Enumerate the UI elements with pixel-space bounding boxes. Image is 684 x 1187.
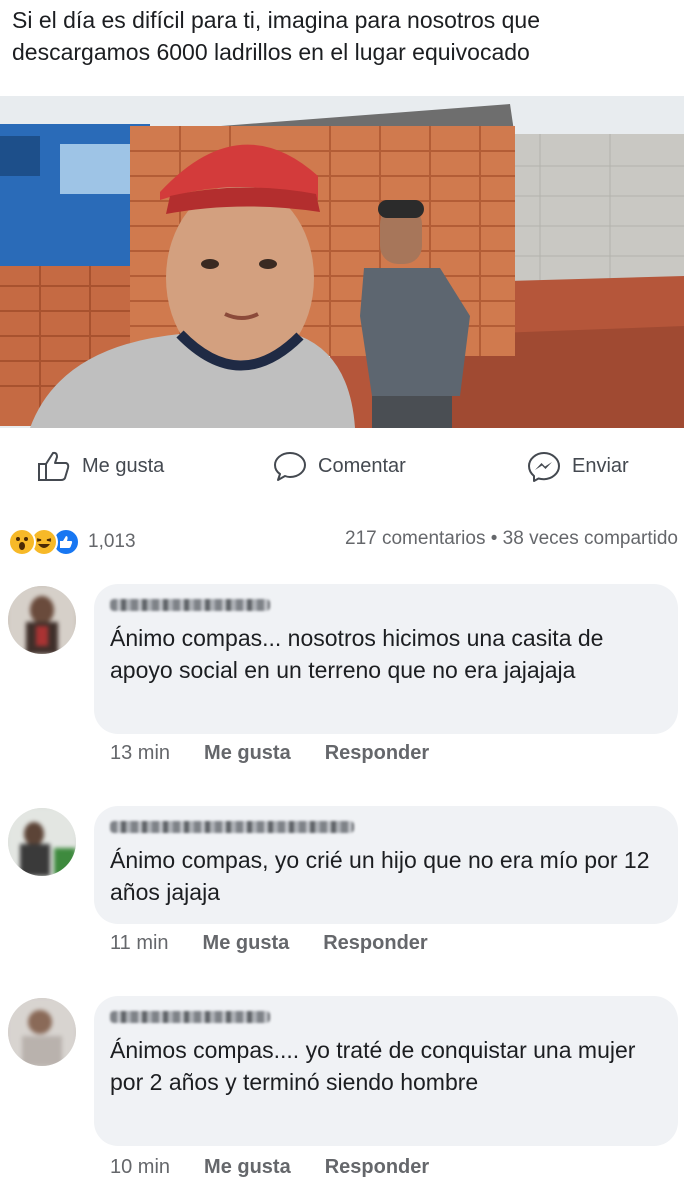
comment-reply-link[interactable]: Responder xyxy=(325,1156,429,1179)
comment-like-link[interactable]: Me gusta xyxy=(204,1156,291,1179)
post-photo-image xyxy=(0,96,684,428)
messenger-icon xyxy=(528,452,560,482)
comment-time: 11 min xyxy=(110,932,169,954)
post-photo[interactable] xyxy=(0,96,684,428)
blurred-author-name xyxy=(110,821,354,833)
comment-time: 13 min xyxy=(110,742,171,764)
like-button-label: Me gusta xyxy=(82,454,165,477)
comment-button-label: Comentar xyxy=(318,454,406,477)
thumbs-up-icon xyxy=(38,451,70,481)
comment-meta: 10 min Me gusta Responder xyxy=(110,1156,463,1179)
comment-icon xyxy=(274,452,306,481)
blurred-author-name xyxy=(110,599,270,611)
post-stats: 1,013 217 comentarios • 38 veces compart… xyxy=(0,522,684,558)
avatar[interactable] xyxy=(8,998,76,1066)
comment-time: 10 min xyxy=(110,1156,171,1178)
post-caption: Si el día es difícil para ti, imagina pa… xyxy=(12,7,541,65)
comment-meta: 13 min Me gusta Responder xyxy=(110,742,463,765)
comment-reply-link[interactable]: Responder xyxy=(325,742,429,765)
comment-bubble: Ánimos compas.... yo traté de conquistar… xyxy=(94,996,678,1146)
avatar[interactable] xyxy=(8,586,76,654)
send-button[interactable]: Enviar xyxy=(526,450,629,482)
wow-icon xyxy=(8,528,36,556)
comment-author[interactable] xyxy=(110,1006,658,1028)
blurred-author-name xyxy=(110,1011,270,1023)
comment-author[interactable] xyxy=(110,594,658,616)
comment-text: Ánimos compas.... yo traté de conquistar… xyxy=(110,1037,636,1095)
comments-shares-count[interactable]: 217 comentarios • 38 veces compartido xyxy=(345,528,678,550)
comment-reply-link[interactable]: Responder xyxy=(323,932,427,955)
comment-like-link[interactable]: Me gusta xyxy=(203,932,290,955)
comment-text: Ánimo compas... nosotros hicimos una cas… xyxy=(110,625,604,683)
comment-text: Ánimo compas, yo crié un hijo que no era… xyxy=(110,847,650,905)
comment-like-link[interactable]: Me gusta xyxy=(204,742,291,765)
comment-button[interactable]: Comentar xyxy=(272,450,406,482)
post-action-bar: Me gusta Comentar Enviar xyxy=(0,440,684,492)
reactions-summary[interactable]: 1,013 xyxy=(8,528,136,556)
comment-bubble: Ánimo compas... nosotros hicimos una cas… xyxy=(94,584,678,734)
comment-bubble: Ánimo compas, yo crié un hijo que no era… xyxy=(94,806,678,924)
comment-author[interactable] xyxy=(110,816,658,838)
comment-meta: 11 min Me gusta Responder xyxy=(110,932,462,955)
like-button[interactable]: Me gusta xyxy=(36,450,164,482)
send-button-label: Enviar xyxy=(572,454,629,477)
reaction-count: 1,013 xyxy=(88,531,136,552)
avatar[interactable] xyxy=(8,808,76,876)
